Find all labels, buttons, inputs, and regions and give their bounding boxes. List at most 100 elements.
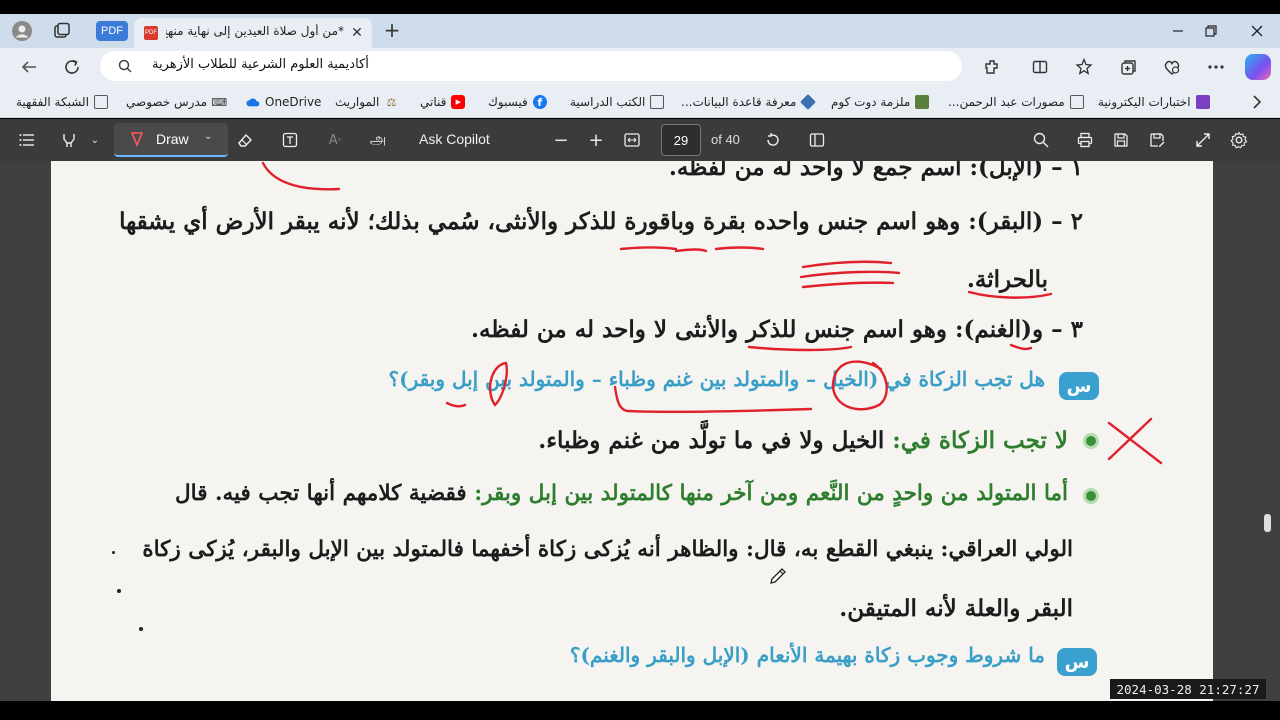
answer-lead: لا تجب الزكاة في: xyxy=(892,427,1068,454)
scale-icon: ⚖ xyxy=(386,95,397,109)
address-bar[interactable]: أكاديمية العلوم الشرعية للطلاب الأزهرية xyxy=(100,51,962,81)
ink-stroke xyxy=(1107,421,1163,465)
close-window-icon[interactable] xyxy=(1239,18,1275,44)
bookmark-item[interactable]: الشبكة الفقهية xyxy=(16,92,108,112)
text-line: البقر والعلة لأنه المتيقن. xyxy=(839,595,1073,622)
page-number-input[interactable]: 29 xyxy=(661,124,701,156)
tab-close-icon[interactable]: ✕ xyxy=(348,24,366,42)
bookmark-label: معرفة قاعدة البيانات... xyxy=(681,95,797,109)
more-menu-icon[interactable] xyxy=(1203,54,1229,80)
ink-stroke xyxy=(714,246,765,251)
translate-icon[interactable]: அ xyxy=(367,128,389,152)
bookmark-label: المواريث xyxy=(335,95,380,109)
settings-gear-icon[interactable] xyxy=(1228,128,1250,152)
bookmark-label: اختبارات اليكترونية xyxy=(1098,95,1191,109)
fullscreen-icon[interactable] xyxy=(1192,128,1214,152)
bookmark-item[interactable]: ▶ قناتي xyxy=(420,92,466,112)
bookmark-item[interactable]: OneDrive xyxy=(246,92,321,112)
pdf-page[interactable]: ١ – (الإبل): اسم جمع لا واحد له من لفظه.… xyxy=(51,161,1213,701)
timestamp-overlay: 2024-03-28 21:27:27 xyxy=(1110,679,1266,699)
screen: PDF PDF *من أول صلاة العيدين إلى نهاية م… xyxy=(0,0,1280,720)
save-as-icon[interactable] xyxy=(1146,128,1168,152)
read-aloud-icon[interactable]: A › xyxy=(324,128,346,152)
eraser-icon[interactable] xyxy=(234,128,256,152)
document-viewer[interactable]: ١ – (الإبل): اسم جمع لا واحد له من لفظه.… xyxy=(0,161,1280,701)
ink-stroke xyxy=(619,246,678,251)
active-tab[interactable]: PDF *من أول صلاة العيدين إلى نهاية منهج … xyxy=(134,18,372,48)
tab-bar: PDF PDF *من أول صلاة العيدين إلى نهاية م… xyxy=(0,14,1280,48)
text-line: ١ – (الإبل): اسم جمع لا واحد له من لفظه. xyxy=(668,161,1083,181)
copilot-icon[interactable] xyxy=(1245,54,1271,80)
ink-stroke xyxy=(799,270,901,279)
chevron-down-icon[interactable]: ⌄ xyxy=(204,131,212,142)
bookmark-item[interactable]: ملزمة دوت كوم xyxy=(831,92,930,112)
extensions-icon[interactable] xyxy=(979,54,1005,80)
bookmark-label: OneDrive xyxy=(265,95,322,109)
bookmark-label: قناتي xyxy=(420,95,447,109)
facebook-icon: f xyxy=(532,95,547,109)
bookmark-item[interactable]: معرفة قاعدة البيانات... xyxy=(681,92,817,112)
page-icon xyxy=(650,95,665,109)
scrollbar[interactable] xyxy=(1262,161,1272,701)
chevron-right-icon[interactable] xyxy=(1248,92,1266,112)
ink-stroke xyxy=(674,248,708,253)
pdf-toolbar: ⌄ Draw ⌄ A › அ Ask Copilot − + 29 of 40 xyxy=(0,119,1280,161)
split-screen-icon[interactable] xyxy=(1027,54,1053,80)
ink-stroke xyxy=(445,401,467,408)
bookmark-item[interactable]: اختبارات اليكترونية xyxy=(1098,92,1210,112)
rotate-icon[interactable] xyxy=(762,128,784,152)
fit-page-icon[interactable] xyxy=(621,128,643,152)
pdf-tab-pinned[interactable]: PDF xyxy=(96,21,128,41)
refresh-icon[interactable] xyxy=(59,54,85,80)
highlight-dropdown-icon[interactable]: ⌄ xyxy=(88,128,102,152)
bookmarks-bar: اختبارات اليكترونية مصورات عبد الرحمن...… xyxy=(0,86,1280,118)
scroll-thumb[interactable] xyxy=(1264,514,1271,532)
draw-button[interactable]: Draw ⌄ xyxy=(114,123,228,157)
pen-icon xyxy=(128,130,146,148)
page-view-icon[interactable] xyxy=(806,128,828,152)
bookmark-item[interactable]: f فيسبوك xyxy=(488,92,547,112)
ink-stroke xyxy=(1009,343,1033,351)
teacher-icon: ⌨ xyxy=(211,95,228,109)
page-icon xyxy=(93,95,108,109)
highlight-icon[interactable] xyxy=(58,128,80,152)
bookmark-item[interactable]: ⚖ المواريث xyxy=(335,92,398,112)
bookmark-item[interactable]: ⌨ مدرس خصوصي xyxy=(126,92,228,112)
print-speck xyxy=(139,627,143,631)
search-icon[interactable] xyxy=(1030,128,1052,152)
video-letterbox xyxy=(0,701,1280,720)
answer-rest: الخيل ولا في ما تولَّد من غنم وظباء. xyxy=(538,427,893,454)
zoom-in-icon[interactable]: + xyxy=(586,128,606,152)
favorites-icon[interactable] xyxy=(1071,54,1097,80)
bullet-icon xyxy=(1083,433,1099,449)
collections-icon[interactable] xyxy=(1116,54,1142,80)
bookmark-item[interactable]: مصورات عبد الرحمن... xyxy=(948,92,1084,112)
question-badge: س xyxy=(1057,648,1097,676)
zoom-out-icon[interactable]: − xyxy=(551,128,571,152)
bookmark-label: الكتب الدراسية xyxy=(570,95,646,109)
answer-line: أما المتولد من واحدٍ من النَّعم ومن آخر … xyxy=(175,481,1068,506)
onedrive-icon xyxy=(246,95,260,109)
bookmark-item[interactable]: الكتب الدراسية xyxy=(570,92,665,112)
bookmark-label: فيسبوك xyxy=(488,95,528,109)
text-box-icon[interactable] xyxy=(279,128,301,152)
restore-icon[interactable] xyxy=(1193,18,1229,44)
browser-essentials-icon[interactable] xyxy=(1159,54,1185,80)
profile-avatar-icon[interactable] xyxy=(10,19,34,43)
pen-cursor-icon xyxy=(768,566,790,588)
ask-copilot-button[interactable]: Ask Copilot xyxy=(419,131,490,147)
contents-list-icon[interactable] xyxy=(16,128,38,152)
workspaces-icon[interactable] xyxy=(50,19,74,43)
minimize-icon[interactable] xyxy=(1160,18,1196,44)
text-line: بالحراثة. xyxy=(966,266,1048,293)
bullet-icon xyxy=(1083,488,1099,504)
answer-lead: أما المتولد من واحدٍ من النَّعم ومن آخر … xyxy=(474,481,1068,506)
answer-line: لا تجب الزكاة في: الخيل ولا في ما تولَّد… xyxy=(538,427,1068,454)
new-tab-button[interactable]: + xyxy=(380,18,404,42)
back-icon[interactable] xyxy=(16,54,42,80)
save-icon[interactable] xyxy=(1110,128,1132,152)
question-text: ما شروط وجوب زكاة بهيمة الأنعام (الإبل و… xyxy=(569,643,1045,667)
bookmark-label: الشبكة الفقهية xyxy=(16,95,89,109)
question-badge: س xyxy=(1059,372,1099,400)
print-icon[interactable] xyxy=(1074,128,1096,152)
